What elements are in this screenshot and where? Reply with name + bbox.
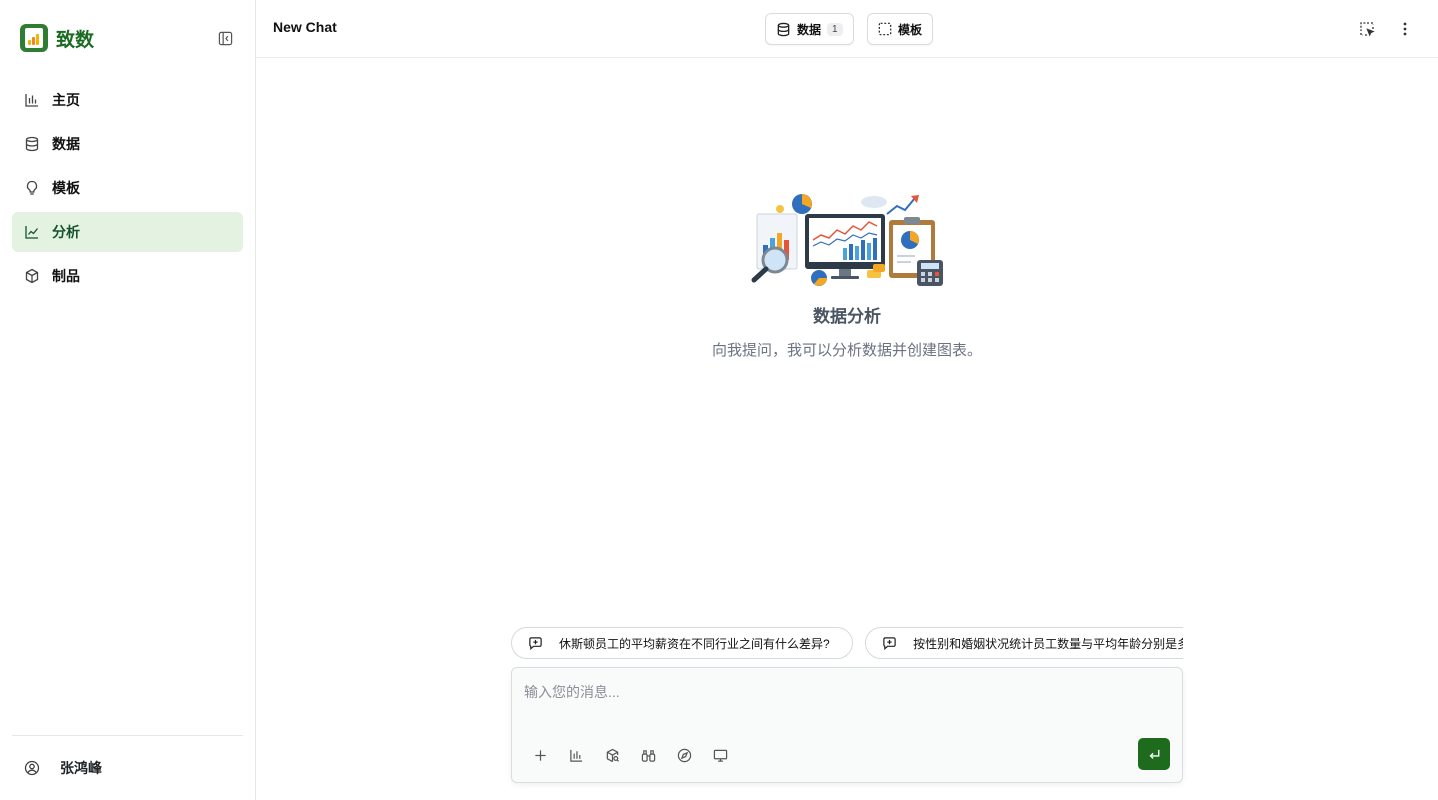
- suggestion-chip[interactable]: 按性别和婚姻状况统计员工数量与平均年龄分别是多少?: [865, 627, 1183, 659]
- data-analysis-illustration: [751, 194, 943, 286]
- collapse-sidebar-icon[interactable]: [215, 28, 235, 48]
- sidebar-item-artifacts[interactable]: 制品: [12, 256, 243, 296]
- sidebar: 致数 主页 数据 模板 分析 制品 张鸿峰: [0, 0, 256, 800]
- sidebar-item-data[interactable]: 数据: [12, 124, 243, 164]
- template-button[interactable]: 模板: [867, 13, 934, 45]
- sidebar-item-label: 主页: [52, 92, 80, 108]
- sidebar-footer: 张鸿峰: [12, 735, 243, 800]
- more-options-icon[interactable]: [1395, 19, 1415, 39]
- suggestion-text: 按性别和婚姻状况统计员工数量与平均年龄分别是多少?: [913, 636, 1183, 651]
- send-button[interactable]: [1138, 738, 1170, 770]
- bar-chart-icon: [25, 94, 38, 107]
- logo-icon: [20, 24, 48, 52]
- user-name: 张鸿峰: [60, 760, 102, 776]
- user-circle-icon: [24, 760, 40, 776]
- dashed-square-icon: [878, 22, 892, 36]
- sidebar-item-label: 制品: [52, 268, 80, 284]
- suggestion-chip[interactable]: 休斯顿员工的平均薪资在不同行业之间有什么差异?: [511, 627, 853, 659]
- app-root: 致数 主页 数据 模板 分析 制品 张鸿峰 New Chat 数据 1 模板 数…: [0, 0, 1438, 800]
- hero-subtitle: 向我提问，我可以分析数据并创建图表。: [711, 342, 982, 359]
- brand[interactable]: 致数: [20, 24, 94, 52]
- suggestion-text: 休斯顿员工的平均薪资在不同行业之间有什么差异?: [559, 636, 830, 651]
- sidebar-item-label: 模板: [52, 180, 80, 196]
- line-chart-icon: [25, 226, 39, 239]
- sidebar-item-label: 分析: [52, 224, 80, 240]
- message-plus-icon: [883, 636, 896, 650]
- suggestion-strip: 休斯顿员工的平均薪资在不同行业之间有什么差异? 按性别和婚姻状况统计员工数量与平…: [511, 627, 1183, 659]
- data-button[interactable]: 数据 1: [765, 13, 854, 45]
- sidebar-nav: 主页 数据 模板 分析 制品: [12, 80, 243, 300]
- database-icon: [777, 22, 790, 36]
- message-plus-icon: [529, 636, 542, 650]
- data-count-badge: 1: [827, 22, 843, 36]
- sidebar-item-home[interactable]: 主页: [12, 80, 243, 120]
- package-search-icon[interactable]: [602, 745, 622, 765]
- database-icon: [25, 136, 39, 152]
- select-area-icon[interactable]: [1357, 19, 1377, 39]
- data-button-label: 数据: [797, 22, 822, 37]
- empty-state: 数据分析 向我提问，我可以分析数据并创建图表。: [256, 190, 1438, 360]
- plus-icon[interactable]: [530, 745, 550, 765]
- monitor-icon[interactable]: [710, 745, 730, 765]
- binoculars-icon[interactable]: [638, 745, 658, 765]
- message-composer: [511, 667, 1183, 783]
- user-profile[interactable]: 张鸿峰: [12, 736, 243, 800]
- compass-icon[interactable]: [674, 745, 694, 765]
- sidebar-item-templates[interactable]: 模板: [12, 168, 243, 208]
- hero-title: 数据分析: [813, 307, 881, 326]
- composer-toolbar: [530, 745, 730, 765]
- page-title: New Chat: [273, 19, 337, 35]
- brand-name: 致数: [56, 29, 95, 51]
- template-button-label: 模板: [898, 22, 923, 37]
- enter-icon: [1149, 749, 1159, 759]
- chart-icon[interactable]: [566, 745, 586, 765]
- message-input[interactable]: [524, 680, 1164, 704]
- header: New Chat 数据 1 模板: [256, 0, 1438, 58]
- sidebar-item-analysis[interactable]: 分析: [12, 212, 243, 252]
- lightbulb-icon: [26, 180, 38, 195]
- sidebar-item-label: 数据: [52, 136, 80, 152]
- box-icon: [25, 268, 39, 284]
